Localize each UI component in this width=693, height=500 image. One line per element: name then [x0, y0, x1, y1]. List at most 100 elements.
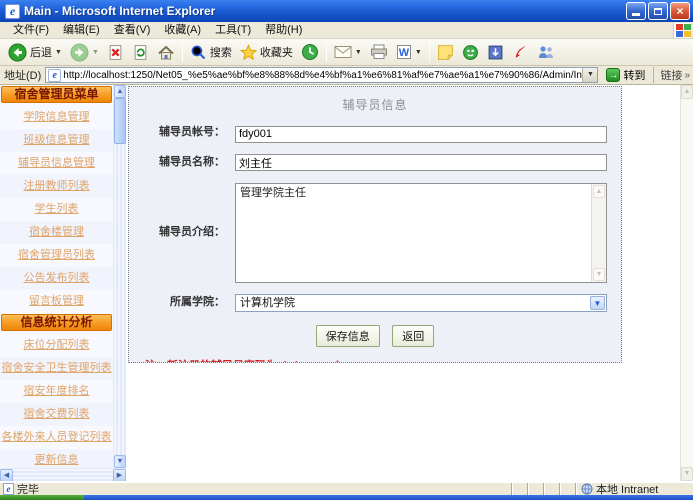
scroll-up-icon[interactable]: ▲ [114, 85, 126, 98]
form-row-account: 辅导员帐号： [129, 124, 621, 143]
menu-file[interactable]: 文件(F) [6, 22, 56, 38]
note-suffix: ！ [335, 360, 346, 364]
search-button[interactable]: 搜索 [186, 43, 236, 62]
sidebar-item-dorm-building[interactable]: 宿舍楼管理 [0, 221, 113, 244]
forward-button[interactable]: ▼ [66, 42, 103, 63]
scrollbar-thumb[interactable] [114, 98, 126, 144]
links-button[interactable]: 链接 » [653, 67, 690, 83]
home-button[interactable] [153, 43, 179, 62]
notes-button[interactable] [433, 43, 458, 62]
textarea-scrollbar[interactable]: ▲ ▼ [591, 184, 606, 282]
intro-text: 管理学院主任 [240, 187, 306, 199]
menu-bar: 文件(F) 编辑(E) 查看(V) 收藏(A) 工具(T) 帮助(H) [0, 22, 693, 39]
sidebar-horizontal-scrollbar[interactable]: ◀ ▶ [0, 468, 126, 481]
edit-word-button[interactable]: W ▼ [392, 43, 426, 61]
document-icon: e [3, 483, 14, 495]
menu-help[interactable]: 帮助(H) [258, 22, 309, 38]
browser-window: e Main - Microsoft Internet Explorer × 文… [0, 0, 693, 500]
status-bar: e 完毕 本地 Intranet [0, 481, 693, 495]
download-plugin-button[interactable] [483, 43, 508, 62]
word-icon: W [396, 44, 412, 60]
sidebar-column: 宿舍管理员菜单 学院信息管理 班级信息管理 辅导员信息管理 注册教师列表 学生列… [0, 85, 126, 481]
save-button[interactable]: 保存信息 [316, 325, 380, 347]
start-button-edge[interactable] [0, 495, 84, 500]
sidebar-item-college-info[interactable]: 学院信息管理 [0, 106, 113, 129]
window-title: Main - Microsoft Internet Explorer [24, 4, 624, 18]
sidebar-header-admin-menu: 宿舍管理员菜单 [1, 86, 112, 103]
messenger-plugin-button[interactable] [458, 43, 483, 62]
menu-favorites[interactable]: 收藏(A) [157, 22, 208, 38]
sidebar-item-bed-allocation[interactable]: 床位分配列表 [0, 334, 113, 357]
sidebar-item-teacher-list[interactable]: 注册教师列表 [0, 175, 113, 198]
ie-logo-icon: e [5, 4, 20, 19]
sidebar-vertical-scrollbar[interactable]: ▲ ▼ [113, 85, 126, 468]
sidebar-menu: 宿舍管理员菜单 学院信息管理 班级信息管理 辅导员信息管理 注册教师列表 学生列… [0, 85, 113, 468]
page-scroll-down-icon[interactable]: ▼ [681, 467, 693, 481]
sidebar-item-announcement-list[interactable]: 公告发布列表 [0, 267, 113, 290]
stop-icon [107, 44, 124, 61]
contacts-button[interactable] [533, 43, 559, 61]
go-label: 转到 [623, 67, 645, 83]
sidebar-item-message-board[interactable]: 留言板管理 [0, 290, 113, 313]
textarea-scroll-up-icon[interactable]: ▲ [593, 185, 605, 198]
address-input[interactable] [63, 70, 582, 81]
button-row: 保存信息 返回 [129, 325, 621, 347]
history-button[interactable] [297, 42, 323, 62]
account-input[interactable] [235, 126, 607, 143]
search-label: 搜索 [210, 44, 232, 60]
restore-button[interactable] [648, 2, 668, 20]
star-icon [240, 44, 257, 61]
college-select[interactable]: 计算机学院 [235, 294, 607, 312]
address-field[interactable]: e ▼ [45, 67, 598, 83]
dropdown-arrow-icon[interactable] [590, 296, 605, 310]
textarea-scroll-down-icon[interactable]: ▼ [593, 268, 605, 281]
sidebar-item-class-info[interactable]: 班级信息管理 [0, 129, 113, 152]
menu-tools[interactable]: 工具(T) [208, 22, 258, 38]
back-form-button[interactable]: 返回 [392, 325, 434, 347]
intro-label: 辅导员介绍： [129, 224, 235, 241]
page-vertical-scrollbar[interactable]: ▲ ▼ [680, 85, 693, 481]
mail-button[interactable]: ▼ [330, 44, 366, 60]
toolbar: 后退 ▼ ▼ 搜索 收藏夹 ▼ [0, 39, 693, 66]
main-frame: 辅导员信息 辅导员帐号： 辅导员名称： 辅导员介绍： 管理学院主任 [126, 85, 680, 481]
name-input[interactable] [235, 154, 607, 171]
search-icon [190, 44, 207, 61]
minimize-button[interactable] [626, 2, 646, 20]
back-button[interactable]: 后退 ▼ [4, 42, 66, 63]
sidebar-item-counselor-info[interactable]: 辅导员信息管理 [0, 152, 113, 175]
sidebar-item-safety-hygiene[interactable]: 宿舍安全卫生管理列表 [0, 357, 113, 380]
go-button[interactable]: → 转到 [602, 67, 649, 83]
menu-edit[interactable]: 编辑(E) [56, 22, 107, 38]
scroll-down-icon[interactable]: ▼ [114, 455, 126, 468]
page-scroll-up-icon[interactable]: ▲ [681, 85, 693, 99]
close-button[interactable]: × [670, 2, 690, 20]
favorites-button[interactable]: 收藏夹 [236, 43, 297, 62]
taskbar-sliver [0, 495, 693, 500]
address-dropdown-icon[interactable]: ▼ [582, 68, 597, 82]
sidebar-item-annual-ranking[interactable]: 宿安年度排名 [0, 380, 113, 403]
sidebar-item-payment-list[interactable]: 宿舍交费列表 [0, 403, 113, 426]
account-label: 辅导员帐号： [129, 124, 235, 143]
intranet-globe-icon [581, 483, 593, 495]
password-note: 注：新注册的辅导员密码为 fudaoyuan！ [145, 357, 621, 364]
refresh-button[interactable] [128, 43, 153, 62]
refresh-icon [132, 44, 149, 61]
intro-textarea[interactable]: 管理学院主任 ▲ ▼ [235, 183, 607, 283]
favorites-label: 收藏夹 [260, 44, 293, 60]
sidebar-item-visitor-registration[interactable]: 各楼外来人员登记列表 [0, 426, 113, 449]
menu-view[interactable]: 查看(V) [107, 22, 158, 38]
svg-text:W: W [399, 47, 410, 59]
stop-button[interactable] [103, 43, 128, 62]
sidebar-item-dorm-admin-list[interactable]: 宿舍管理员列表 [0, 244, 113, 267]
note-prefix: 注：新注册的辅导员密码为 [145, 360, 277, 364]
print-button[interactable] [366, 43, 392, 61]
form-row-name: 辅导员名称： [129, 154, 621, 172]
green-mascot-icon [462, 44, 479, 61]
flashget-plugin-button[interactable] [508, 43, 533, 62]
address-bar: 地址(D) e ▼ → 转到 链接 » [0, 66, 693, 85]
sidebar-item-student-list[interactable]: 学生列表 [0, 198, 113, 221]
college-selected-value: 计算机学院 [240, 297, 295, 309]
college-label: 所属学院： [129, 294, 235, 312]
address-label: 地址(D) [4, 67, 41, 83]
sidebar-item-update-info[interactable]: 更新信息 [0, 449, 113, 468]
